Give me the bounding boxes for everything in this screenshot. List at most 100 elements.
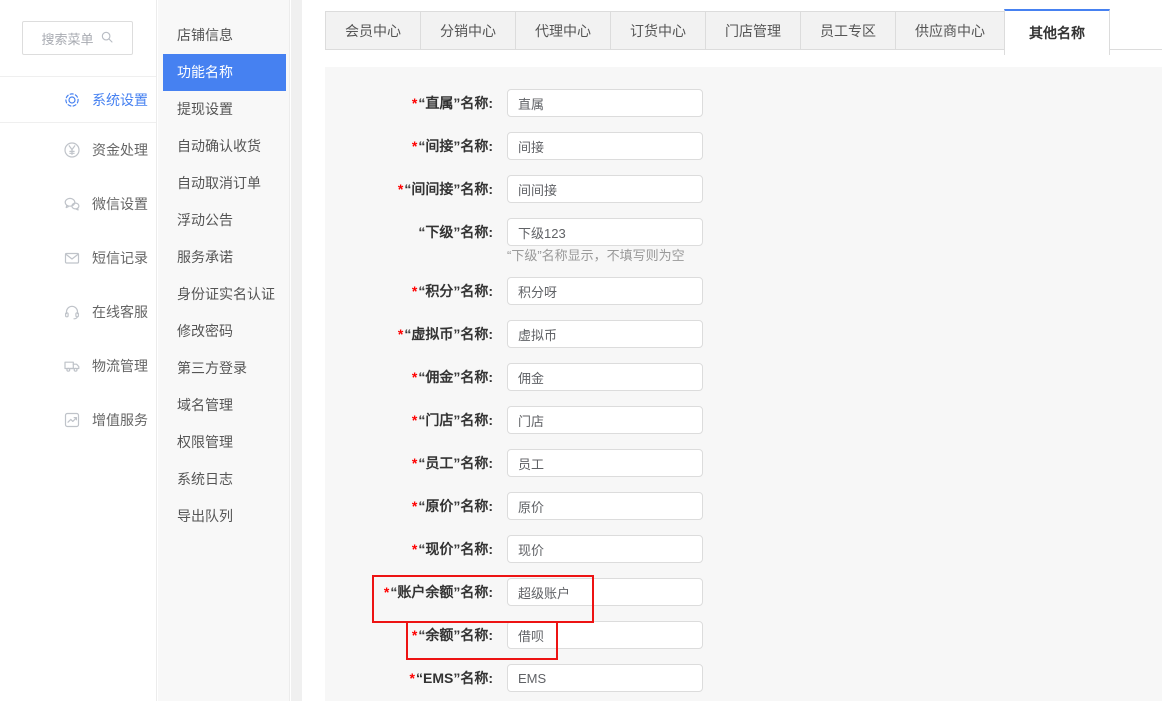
sidebar-item-label: 短信记录 (92, 248, 148, 268)
sidebar-item[interactable]: 系统设置 (0, 77, 156, 123)
field-input[interactable] (507, 89, 703, 117)
sidebar-main-divider (291, 0, 302, 701)
form-row: *“余额”名称: (325, 621, 703, 649)
required-asterisk: * (412, 369, 417, 385)
field-hint: “下级”名称显示，不填写则为空 (507, 247, 685, 265)
secondary-sidebar: 店铺信息功能名称提现设置自动确认收货自动取消订单浮动公告服务承诺身份证实名认证修… (158, 0, 290, 701)
form-row: *“现价”名称: (325, 535, 703, 563)
trend-chart-icon (63, 411, 81, 429)
field-label: *“积分”名称: (325, 281, 493, 301)
sidebar-item[interactable]: 在线客服 (0, 285, 156, 339)
tab[interactable]: 分销中心 (420, 11, 516, 50)
required-asterisk: * (412, 283, 417, 299)
headset-icon (63, 303, 81, 321)
field-label: *“佣金”名称: (325, 367, 493, 387)
tab[interactable]: 其他名称 (1004, 9, 1110, 55)
field-label: *“门店”名称: (325, 410, 493, 430)
required-asterisk: * (412, 541, 417, 557)
field-input[interactable] (507, 664, 703, 692)
submenu-item[interactable]: 服务承诺 (158, 239, 289, 276)
field-input[interactable] (507, 277, 703, 305)
required-asterisk: * (412, 138, 417, 154)
field-input[interactable] (507, 406, 703, 434)
form-row: *“EMS”名称: (325, 664, 703, 692)
sidebar-item-label: 物流管理 (92, 356, 148, 376)
form-row: *“直属”名称: (325, 89, 703, 117)
form-row: *“下级”名称: (325, 218, 703, 246)
submenu-item[interactable]: 提现设置 (158, 91, 289, 128)
submenu-item[interactable]: 域名管理 (158, 387, 289, 424)
field-label: *“直属”名称: (325, 93, 493, 113)
field-input[interactable] (507, 621, 703, 649)
tab[interactable]: 门店管理 (705, 11, 801, 50)
settings-form: *“直属”名称: *“间接”名称: *“间间接”名称: *“下级”名称: “下级… (325, 67, 1162, 701)
field-label: *“余额”名称: (325, 625, 493, 645)
field-label: *“原价”名称: (325, 496, 493, 516)
field-input[interactable] (507, 492, 703, 520)
form-row: *“间接”名称: (325, 132, 703, 160)
sidebar-item[interactable]: 微信设置 (0, 177, 156, 231)
required-asterisk: * (410, 670, 415, 686)
submenu-item[interactable]: 自动取消订单 (158, 165, 289, 202)
tab[interactable]: 供应商中心 (895, 11, 1005, 50)
required-asterisk: * (412, 498, 417, 514)
search-input[interactable]: 搜索菜单 (22, 21, 133, 55)
field-input[interactable] (507, 449, 703, 477)
yuan-circle-icon (63, 141, 81, 159)
field-input[interactable] (507, 363, 703, 391)
sidebar-item-label: 系统设置 (92, 90, 148, 110)
submenu-item[interactable]: 店铺信息 (158, 17, 289, 54)
wechat-icon (63, 195, 81, 213)
submenu-item[interactable]: 第三方登录 (158, 350, 289, 387)
sidebar-item-label: 资金处理 (92, 140, 148, 160)
field-label: *“下级”名称: (325, 222, 493, 242)
tab-bar: 会员中心分销中心代理中心订货中心门店管理员工专区供应商中心其他名称 (325, 9, 1162, 50)
required-asterisk: * (412, 412, 417, 428)
field-label: *“EMS”名称: (325, 668, 493, 688)
sidebar-item[interactable]: 短信记录 (0, 231, 156, 285)
field-input[interactable] (507, 578, 703, 606)
envelope-icon (63, 249, 81, 267)
form-row: *“积分”名称: (325, 277, 703, 305)
form-row: *“佣金”名称: (325, 363, 703, 391)
truck-icon (63, 357, 81, 375)
field-input[interactable] (507, 132, 703, 160)
form-row: *“间间接”名称: (325, 175, 703, 203)
submenu-item[interactable]: 自动确认收货 (158, 128, 289, 165)
secondary-menu: 店铺信息功能名称提现设置自动确认收货自动取消订单浮动公告服务承诺身份证实名认证修… (158, 17, 289, 535)
submenu-item[interactable]: 浮动公告 (158, 202, 289, 239)
form-row: *“员工”名称: (325, 449, 703, 477)
field-input[interactable] (507, 320, 703, 348)
submenu-item[interactable]: 功能名称 (163, 54, 286, 91)
sidebar-item-label: 微信设置 (92, 194, 148, 214)
required-asterisk: * (412, 627, 417, 643)
field-input[interactable] (507, 535, 703, 563)
submenu-item[interactable]: 导出队列 (158, 498, 289, 535)
field-label: *“员工”名称: (325, 453, 493, 473)
tab-bar-filler (1110, 9, 1162, 50)
sidebar-item[interactable]: 物流管理 (0, 339, 156, 393)
submenu-item[interactable]: 修改密码 (158, 313, 289, 350)
main-content: 会员中心分销中心代理中心订货中心门店管理员工专区供应商中心其他名称 *“直属”名… (302, 0, 1162, 701)
form-row: *“账户余额”名称: (325, 578, 703, 606)
form-row: *“虚拟币”名称: (325, 320, 703, 348)
primary-menu: 系统设置 资金处理 微信设置 短信记录 在线客服 物流管理 增值服务 (0, 77, 156, 447)
sidebar-item[interactable]: 增值服务 (0, 393, 156, 447)
tab[interactable]: 会员中心 (325, 11, 421, 50)
field-input[interactable] (507, 175, 703, 203)
tab[interactable]: 订货中心 (610, 11, 706, 50)
submenu-item[interactable]: 系统日志 (158, 461, 289, 498)
required-asterisk: * (398, 326, 403, 342)
submenu-item[interactable]: 权限管理 (158, 424, 289, 461)
tab[interactable]: 员工专区 (800, 11, 896, 50)
submenu-item[interactable]: 身份证实名认证 (158, 276, 289, 313)
field-label: *“间接”名称: (325, 136, 493, 156)
form-row: *“原价”名称: (325, 492, 703, 520)
sidebar-item[interactable]: 资金处理 (0, 123, 156, 177)
sidebar-item-label: 增值服务 (92, 410, 148, 430)
search-icon (100, 30, 114, 47)
field-label: *“现价”名称: (325, 539, 493, 559)
tab[interactable]: 代理中心 (515, 11, 611, 50)
field-input[interactable] (507, 218, 703, 246)
required-asterisk: * (384, 584, 389, 600)
